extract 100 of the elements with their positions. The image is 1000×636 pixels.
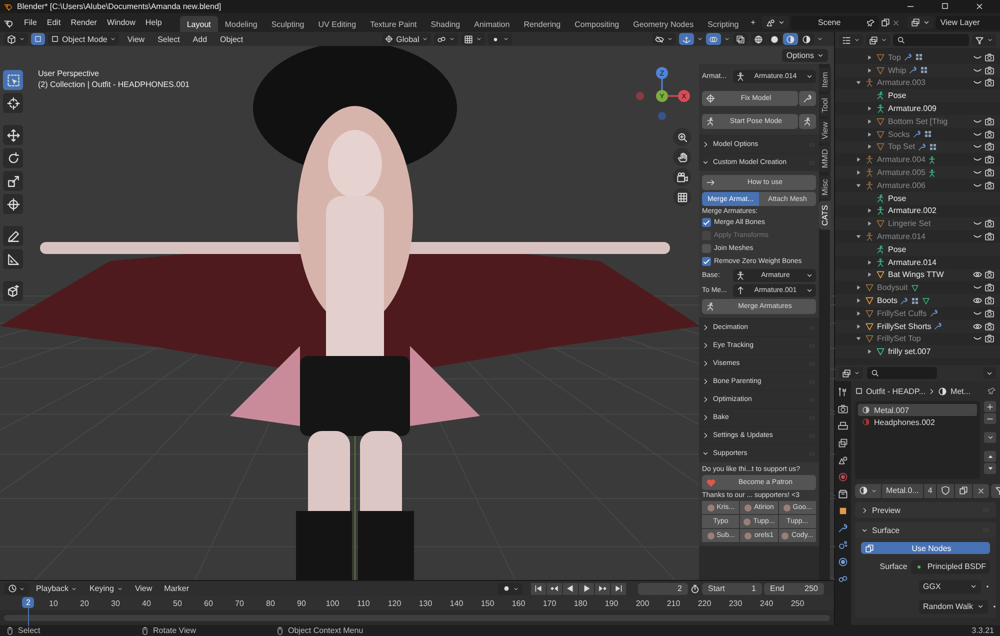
menu-item[interactable]: Object [215,34,248,44]
outliner-item[interactable]: Bodysuit [877,283,908,292]
frame-number: 130 [418,598,434,608]
orientation-dropdown[interactable]: Global [382,33,432,45]
menu-item[interactable]: View [122,34,150,44]
menu-item[interactable]: Marker [159,584,194,593]
material-slot[interactable]: Metal.007 [858,404,977,416]
sidebar-tab[interactable]: View [819,118,831,144]
sidebar-tab[interactable]: Tool [819,94,831,116]
breadcrumb-item[interactable]: Met... [950,386,970,396]
scene-field[interactable]: Scene [791,16,880,30]
frame-number: 80 [265,598,276,608]
start-frame-field[interactable]: Start 1 [702,582,762,594]
frame-number: 220 [696,598,712,608]
workspace-tab[interactable]: Scripting [700,16,746,32]
frame-number: 210 [666,598,682,608]
material-slot[interactable]: Headphones.002 [858,416,977,428]
menu-item[interactable]: Edit [42,16,66,29]
workspace-tab[interactable]: Geometry Nodes [626,16,701,32]
sidebar-tab[interactable]: Item [819,68,831,92]
workspace-tab[interactable]: UV Editing [311,16,364,32]
frame-number: 30 [110,598,121,608]
version-text: 3.3.21 [972,626,994,635]
menu-item[interactable]: Select [152,34,185,44]
outliner-item[interactable]: FrillySet Cuffs [877,308,927,318]
outliner-item[interactable]: Top [888,52,901,62]
frame-number: 20 [79,598,90,608]
outliner-item[interactable]: Armature.009 [888,104,936,114]
breadcrumb-item[interactable]: Outfit - HEADP... [866,386,926,396]
status-hint: Object Context Menu [288,626,364,635]
outliner-item[interactable]: Pose [888,194,906,203]
frame-number: 10 [48,598,59,608]
outliner-item[interactable]: Socks [888,130,910,139]
use-nodes-button[interactable]: Use Nodes [861,542,990,554]
viewport-info-text: (2) Collection | Outfit - HEADPHONES.001 [38,79,190,90]
frame-number: 50 [172,598,183,608]
menu-item[interactable]: View [130,584,158,593]
frame-number: 40 [141,598,152,608]
menu-item[interactable]: Help [140,16,167,29]
status-hint: Rotate View [153,626,196,635]
menu-item[interactable]: Keying [84,584,128,593]
user-count[interactable]: 4 [924,484,936,498]
outliner-item[interactable]: Lingerie Set [888,219,931,228]
window-title: Blender* [C:\Users\Alube\Documents\Amanda new.blend] [17,2,222,11]
menu-item[interactable]: Playback [31,584,82,593]
sidebar-tab[interactable]: Misc [819,174,831,200]
object-mode-dropdown[interactable]: Object Mode [48,33,120,45]
outliner-item[interactable]: Armature.002 [888,206,936,216]
outliner-item[interactable]: Pose [888,244,906,254]
outliner-item[interactable]: Armature.014 [888,258,936,267]
status-hint: Select [18,626,40,635]
outliner-item[interactable]: Whip [888,66,906,75]
outliner-item[interactable]: Boots [877,296,898,306]
frame-number: 150 [480,598,496,608]
outliner-item[interactable]: Armature.006 [877,180,926,190]
view-layer-field[interactable]: View Layer [936,16,1000,30]
menu-item[interactable]: Add [188,34,212,44]
outliner-item[interactable]: Pose [888,91,906,100]
menu-item[interactable]: Render [66,16,102,29]
outliner-item[interactable]: Armature.014 [877,232,926,242]
current-frame-field[interactable]: 2 [638,582,688,594]
frame-number: 200 [634,598,650,608]
viewport-info-text: User Perspective [38,68,99,79]
frame-number: 250 [790,598,806,608]
workspace-tab[interactable]: Animation [467,16,517,32]
outliner-item[interactable]: Armature.004 [877,155,926,164]
workspace-tab[interactable]: Compositing [568,16,626,32]
sidebar-tab[interactable]: CATS [819,201,831,230]
surface-shader-field[interactable]: Principled BSDF [911,560,990,574]
outliner-item[interactable]: Armature.003 [877,78,926,88]
frame-number: 240 [758,598,774,608]
options-dropdown[interactable]: Options [782,48,828,62]
workspace-tab[interactable]: Modeling [218,16,264,32]
menu-item[interactable]: Window [102,16,140,29]
frame-number: 230 [728,598,744,608]
frame-number: 90 [296,598,307,608]
frame-number: 140 [448,598,464,608]
frame-number: 160 [510,598,526,608]
workspace-tab[interactable]: Rendering [516,16,568,32]
distribution-dropdown[interactable]: GGX [919,580,981,594]
end-frame-field[interactable]: End 250 [764,582,824,594]
outliner-item[interactable]: Top Set [888,142,916,152]
frame-number: 60 [203,598,214,608]
workspace-tab[interactable]: Shading [424,16,468,32]
subsurface-method-dropdown[interactable]: Random Walk [919,600,988,614]
workspace-tab[interactable]: Sculpting [264,16,312,32]
sidebar-tab[interactable]: MMD [819,145,831,173]
frame-number: 100 [324,598,340,608]
outliner-item[interactable]: frilly set.007 [888,347,931,356]
frame-number: 70 [234,598,245,608]
menu-item[interactable]: File [19,16,42,29]
outliner-item[interactable]: FrillySet Top [877,334,921,344]
frame-number: 170 [542,598,558,608]
workspace-tab[interactable]: Layout [180,16,218,32]
material-name-field[interactable]: Metal.0... [882,484,923,498]
frame-number: 180 [572,598,588,608]
workspace-tab[interactable]: Texture Paint [363,16,424,32]
frame-number: 110 [356,598,371,608]
add-workspace-button[interactable]: + [746,16,760,29]
field-label: Surface [878,562,908,571]
